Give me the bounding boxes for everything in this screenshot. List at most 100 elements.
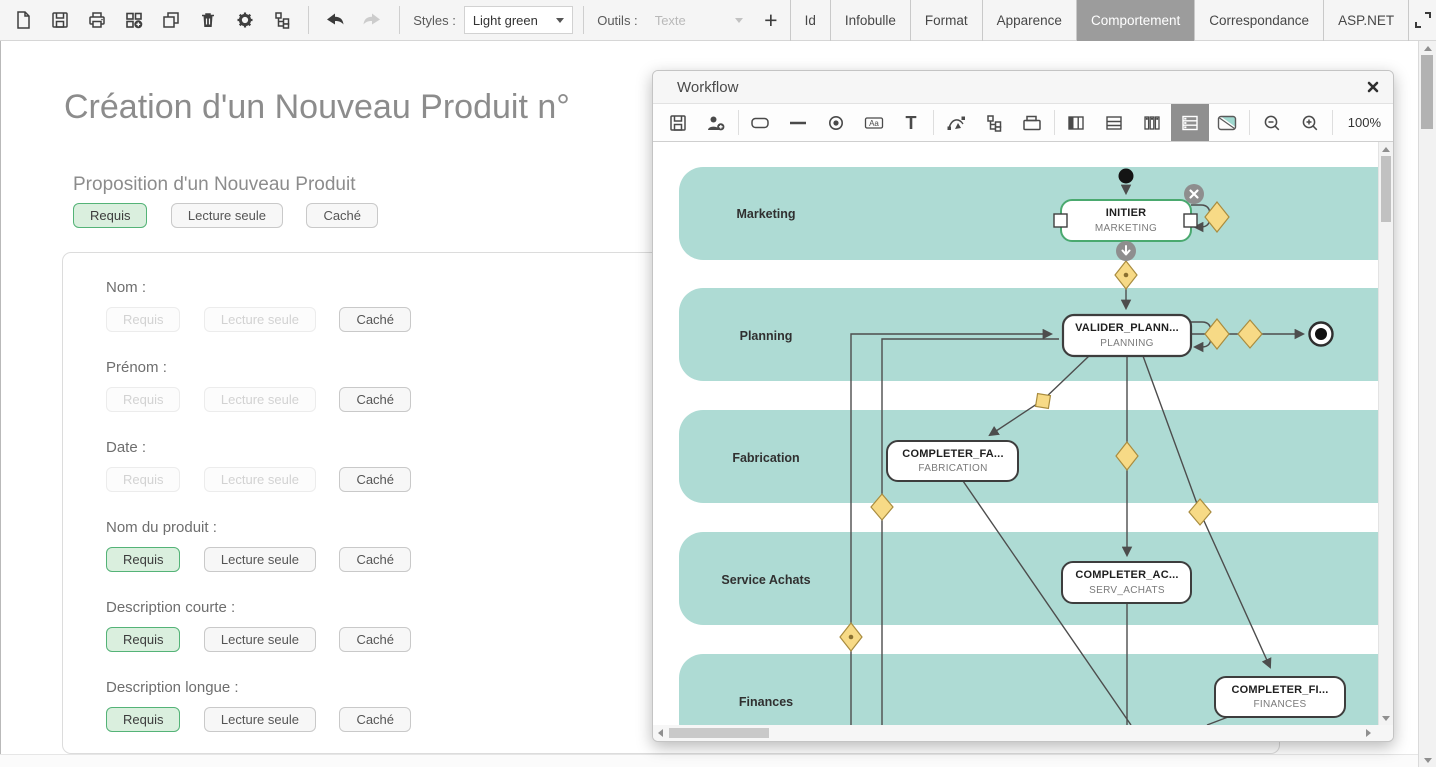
toolbar-separator (933, 110, 934, 135)
rounded-rectangle-icon[interactable] (742, 104, 780, 141)
zoom-out-icon[interactable] (1253, 104, 1291, 141)
scroll-down-icon[interactable] (1419, 753, 1436, 767)
toolbar-separator (738, 110, 739, 135)
workflow-canvas[interactable]: Marketing Planning Fabrication Service A… (653, 142, 1393, 725)
undo-redo-group (313, 0, 395, 40)
pool-icon[interactable] (1013, 104, 1051, 141)
lecture-seule-button[interactable]: Lecture seule (204, 307, 316, 332)
toolbar-separator (308, 6, 309, 34)
dialog-titlebar[interactable]: Workflow (653, 71, 1393, 104)
cache-button[interactable]: Caché (339, 547, 411, 572)
undo-icon[interactable] (317, 0, 354, 40)
lecture-seule-button[interactable]: Lecture seule (171, 203, 283, 228)
tab-aspnet[interactable]: ASP.NET (1324, 0, 1409, 41)
resize-handle[interactable] (1184, 214, 1197, 227)
requis-button[interactable]: Requis (73, 203, 147, 228)
node-title: COMPLETER_FI... (1231, 684, 1328, 696)
lecture-seule-button[interactable]: Lecture seule (204, 627, 316, 652)
add-tool-button[interactable]: + (752, 1, 789, 39)
requis-button[interactable]: Requis (106, 707, 180, 732)
tab-id[interactable]: Id (791, 0, 831, 41)
rows-table-icon[interactable] (1095, 104, 1133, 141)
cache-button[interactable]: Caché (339, 467, 411, 492)
label-box-icon[interactable]: Aa (855, 104, 893, 141)
new-document-icon[interactable] (4, 0, 41, 40)
add-widget-icon[interactable] (115, 0, 152, 40)
lecture-seule-button[interactable]: Lecture seule (204, 707, 316, 732)
lecture-seule-button[interactable]: Lecture seule (204, 387, 316, 412)
node-subtitle: FABRICATION (918, 463, 987, 474)
redo-icon[interactable] (354, 0, 391, 40)
lecture-seule-button[interactable]: Lecture seule (204, 467, 316, 492)
delete-icon[interactable] (189, 0, 226, 40)
scrollbar-thumb[interactable] (669, 728, 769, 738)
zoom-in-icon[interactable] (1291, 104, 1329, 141)
lecture-seule-button[interactable]: Lecture seule (204, 547, 316, 572)
node-title: COMPLETER_FA... (902, 448, 1003, 460)
duplicate-icon[interactable] (152, 0, 189, 40)
node-completer-fa[interactable]: COMPLETER_FA... FABRICATION (887, 441, 1018, 481)
node-title: COMPLETER_AC... (1075, 569, 1178, 581)
dialog-horizontal-scrollbar[interactable] (653, 725, 1393, 741)
save-icon[interactable] (41, 0, 78, 40)
theme-icon[interactable] (1209, 104, 1247, 141)
field-nom: Nom : Requis Lecture seule Caché (106, 279, 411, 332)
scroll-down-icon[interactable] (1379, 711, 1393, 725)
save-icon[interactable] (659, 104, 697, 141)
close-icon[interactable] (1353, 81, 1393, 93)
node-subtitle: SERV_ACHATS (1089, 585, 1165, 596)
scroll-right-icon[interactable] (1361, 725, 1375, 741)
text-icon[interactable]: T (893, 104, 931, 141)
page-vertical-scrollbar[interactable] (1418, 41, 1436, 767)
node-completer-ac[interactable]: COMPLETER_AC... SERV_ACHATS (1062, 562, 1191, 603)
tab-comportement[interactable]: Comportement (1077, 0, 1195, 41)
requis-button[interactable]: Requis (106, 387, 180, 412)
tab-format[interactable]: Format (911, 0, 983, 41)
scroll-up-icon[interactable] (1419, 41, 1436, 55)
requis-button[interactable]: Requis (106, 467, 180, 492)
cache-button[interactable]: Caché (339, 387, 411, 412)
field-label: Prénom : (106, 359, 411, 376)
end-node[interactable] (1310, 323, 1333, 346)
hierarchy-icon[interactable] (263, 0, 300, 40)
node-title: VALIDER_PLANN... (1075, 322, 1179, 334)
columns-icon[interactable] (1133, 104, 1171, 141)
scrollbar-thumb[interactable] (1421, 55, 1433, 129)
requis-button[interactable]: Requis (106, 307, 180, 332)
requis-button[interactable]: Requis (106, 627, 180, 652)
outils-select-value: Texte (655, 13, 686, 28)
hierarchy-icon[interactable] (975, 104, 1013, 141)
end-node-icon[interactable] (817, 104, 855, 141)
add-actor-icon[interactable] (697, 104, 735, 141)
cache-button[interactable]: Caché (339, 307, 411, 332)
field-description-courte: Description courte : Requis Lecture seul… (106, 599, 411, 652)
tab-apparence[interactable]: Apparence (983, 0, 1077, 41)
cache-button[interactable]: Caché (306, 203, 378, 228)
cache-button[interactable]: Caché (339, 627, 411, 652)
node-valider-plann[interactable]: VALIDER_PLANN... PLANNING (1063, 315, 1191, 356)
requis-button[interactable]: Requis (106, 547, 180, 572)
edit-path-icon[interactable] (937, 104, 975, 141)
lanes-icon[interactable] (1171, 104, 1209, 141)
settings-gear-icon[interactable] (226, 0, 263, 40)
resize-handle[interactable] (1054, 214, 1067, 227)
line-icon[interactable] (779, 104, 817, 141)
scrollbar-thumb[interactable] (1381, 156, 1391, 222)
tab-infobulle[interactable]: Infobulle (831, 0, 911, 41)
dialog-vertical-scrollbar[interactable] (1378, 142, 1393, 725)
styles-select[interactable]: Light green (464, 6, 573, 34)
tab-correspondance[interactable]: Correspondance (1195, 0, 1324, 41)
outils-select[interactable]: Texte (646, 6, 752, 34)
start-node[interactable] (1119, 169, 1134, 184)
scroll-left-icon[interactable] (653, 725, 667, 741)
scroll-up-icon[interactable] (1379, 142, 1393, 156)
print-icon[interactable] (78, 0, 115, 40)
expand-icon[interactable] (1409, 0, 1436, 40)
cache-button[interactable]: Caché (339, 707, 411, 732)
node-completer-fi[interactable]: COMPLETER_FI... FINANCES (1215, 677, 1345, 717)
field-label: Nom : (106, 279, 411, 296)
columns-table-icon[interactable] (1058, 104, 1096, 141)
page-horizontal-scrollbar[interactable] (0, 754, 1419, 767)
event-square[interactable] (1036, 394, 1051, 409)
field-label: Description longue : (106, 679, 411, 696)
